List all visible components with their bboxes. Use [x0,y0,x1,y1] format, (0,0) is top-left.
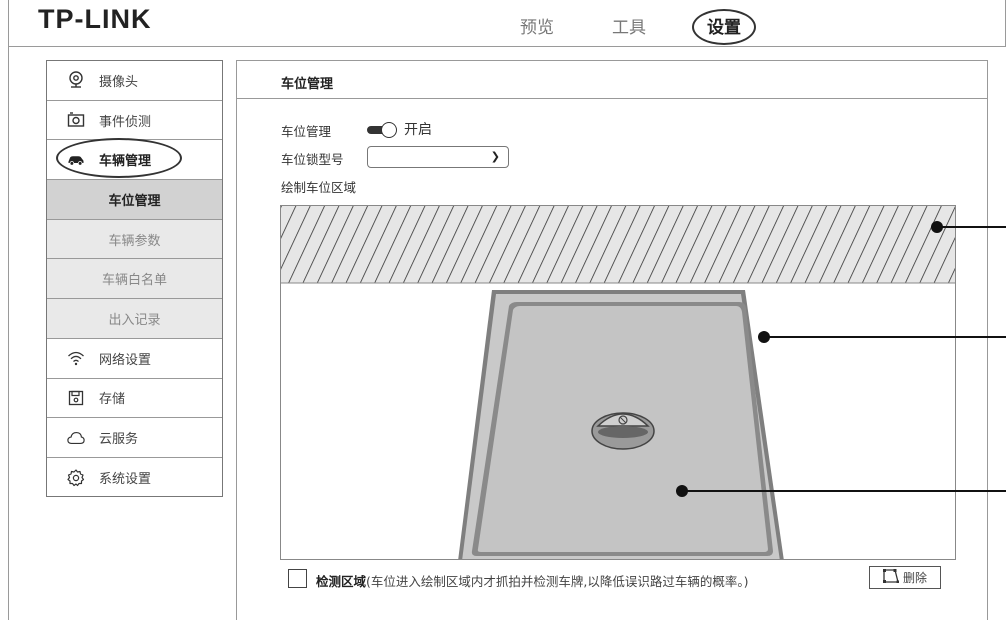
gear-icon [67,469,85,487]
sidebar-item-label: 车位管理 [108,193,161,209]
hatched-region [281,206,955,283]
callout-line-outline [764,336,1006,338]
delete-button[interactable]: 删除 [869,566,941,589]
sidebar-item-label: 网络设置 [99,352,152,368]
toggle-knob [381,122,397,138]
sidebar-item-label: 摄像头 [99,74,139,90]
wifi-icon [67,349,85,367]
sidebar-item-label: 存储 [99,392,126,408]
cloud-icon [67,429,85,447]
sidebar: 摄像头 事件侦测 车辆管理 车位管理 车辆参数 车辆白名单 出入记录 网络设置 … [46,60,223,497]
event-detection-icon [67,111,85,129]
vehicle-management-highlight-circle [56,138,182,178]
toggle-state-text: 开启 [404,122,432,138]
sidebar-item-network[interactable]: 网络设置 [47,339,222,379]
sidebar-item-cloud[interactable]: 云服务 [47,418,222,458]
parking-area-canvas[interactable] [280,205,956,560]
sidebar-item-storage[interactable]: 存储 [47,379,222,419]
sidebar-item-label: 车辆白名单 [101,273,167,289]
parking-management-label: 车位管理 [281,124,332,139]
sidebar-item-event-detection[interactable]: 事件侦测 [47,101,222,141]
lock-type-select[interactable]: ❯ [367,146,509,168]
settings-highlight-circle [692,9,756,45]
sidebar-item-label: 事件侦测 [99,114,152,130]
delete-label: 删除 [902,571,927,585]
delete-icon [882,569,899,586]
sidebar-item-system-settings[interactable]: 系统设置 [47,458,222,498]
nav-tools[interactable]: 工具 [612,13,646,38]
callout-line-space [682,490,1006,492]
chevron-down-icon: ❯ [490,150,500,163]
detect-area-text: 检测区域(车位进入绘制区域内才抓拍并检测车牌,以降低误识路过车辆的概率。) [316,571,749,590]
parking-scene [281,206,955,559]
top-header [8,0,1006,47]
sidebar-item-label: 云服务 [99,432,139,448]
detect-area-label: 检测区域 [316,574,367,589]
sidebar-item-label: 系统设置 [99,472,152,488]
camera-icon [67,71,85,89]
sidebar-item-label: 出入记录 [108,312,161,328]
detect-area-hint: (车位进入绘制区域内才抓拍并检测车牌,以降低误识路过车辆的概率。) [366,574,749,589]
lock-type-label: 车位锁型号 [281,152,344,167]
parking-management-toggle[interactable] [367,122,397,138]
callout-line-hatched [937,226,1006,228]
page-title: 车位管理 [237,61,987,99]
draw-area-label: 绘制车位区域 [281,180,357,195]
sidebar-item-camera[interactable]: 摄像头 [47,61,222,101]
nav-preview[interactable]: 预览 [520,13,554,38]
sidebar-subitem-vehicle-whitelist[interactable]: 车辆白名单 [47,259,222,300]
sidebar-subitem-access-records[interactable]: 出入记录 [47,299,222,339]
storage-icon [67,389,85,407]
sidebar-subitem-parking-management[interactable]: 车位管理 [47,180,222,220]
sidebar-subitem-vehicle-params[interactable]: 车辆参数 [47,219,222,260]
tp-link-logo: TP-LINK [38,4,152,34]
parking-lock-icon [591,412,655,450]
sidebar-item-label: 车辆参数 [108,233,161,249]
detect-area-checkbox[interactable] [288,569,307,588]
